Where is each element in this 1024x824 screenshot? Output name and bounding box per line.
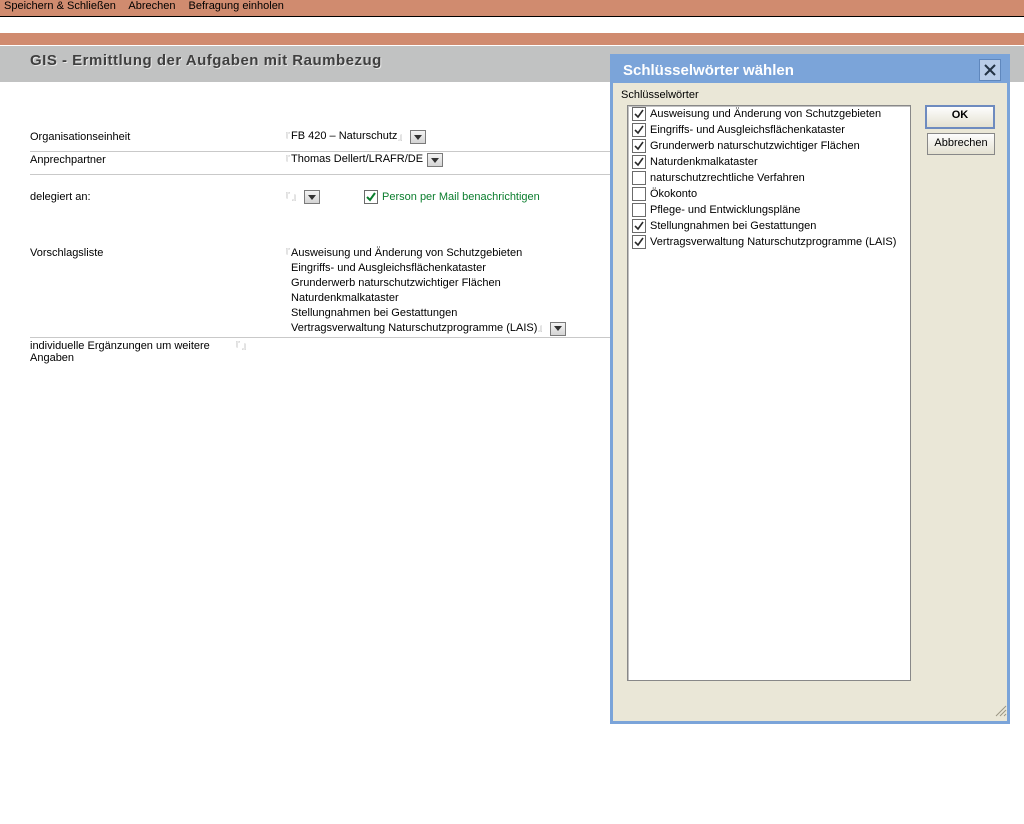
bracket-close-icon: 』 [291, 190, 302, 203]
resize-grip-icon[interactable] [993, 703, 1007, 717]
ok-button[interactable]: OK [925, 105, 995, 129]
checkbox-icon[interactable] [632, 107, 646, 121]
bracket-open-icon: 『 [230, 339, 241, 352]
separator-band [0, 33, 1024, 45]
label-suggestion: Vorschlagsliste [30, 246, 280, 259]
keyword-text: Pflege- und Entwicklungspläne [650, 204, 800, 216]
label-notify: Person per Mail benachrichtigen [382, 191, 540, 203]
checkbox-icon[interactable] [632, 203, 646, 217]
checkbox-icon[interactable] [632, 123, 646, 137]
label-additional: individuelle Ergänzungen um weitere Anga… [30, 339, 230, 364]
keyword-text: naturschutzrechtliche Verfahren [650, 172, 805, 184]
bracket-open-icon: 『 [280, 246, 291, 259]
menu-save-close[interactable]: Speichern & Schließen [4, 0, 116, 12]
keyword-text: Grunderwerb naturschutzwichtiger Flächen [650, 140, 860, 152]
label-delegated: delegiert an: [30, 190, 280, 203]
keyword-text: Ökokonto [650, 188, 697, 200]
dialog-listbox[interactable]: Ausweisung und Änderung von Schutzgebiet… [627, 105, 911, 681]
suggestion-line: Vertragsverwaltung Naturschutzprogramme … [291, 321, 566, 336]
keyword-text: Vertragsverwaltung Naturschutzprogramme … [650, 236, 896, 248]
keyword-item[interactable]: Eingriffs- und Ausgleichsflächenkataster [628, 122, 910, 138]
bracket-close-icon: 』 [537, 323, 548, 333]
value-contact: Thomas Dellert/LRAFR/DE [291, 153, 423, 165]
bracket-close-icon: 』 [397, 130, 408, 143]
keyword-item[interactable]: Ökokonto [628, 186, 910, 202]
keyword-item[interactable]: Grunderwerb naturschutzwichtiger Flächen [628, 138, 910, 154]
suggestion-line: Stellungnahmen bei Gestattungen [291, 306, 566, 321]
keyword-item[interactable]: Pflege- und Entwicklungspläne [628, 202, 910, 218]
menu-cancel[interactable]: Abrechen [128, 0, 175, 12]
checkbox-icon[interactable] [632, 139, 646, 153]
keyword-item[interactable]: Vertragsverwaltung Naturschutzprogramme … [628, 234, 910, 250]
dialog-close-button[interactable] [979, 59, 1001, 81]
dialog-body: Schlüsselwörter Ausweisung und Änderung … [613, 83, 1007, 717]
bracket-close-icon: 』 [241, 339, 252, 352]
checkbox-icon[interactable] [632, 235, 646, 249]
dialog-title-text: Schlüsselwörter wählen [623, 62, 979, 79]
keyword-item[interactable]: Ausweisung und Änderung von Schutzgebiet… [628, 106, 910, 122]
keyword-text: Ausweisung und Änderung von Schutzgebiet… [650, 108, 881, 120]
suggestion-line: Ausweisung und Änderung von Schutzgebiet… [291, 246, 566, 261]
bracket-open-icon: 『 [280, 130, 291, 143]
value-organisation: FB 420 – Naturschutz [291, 130, 397, 142]
suggestion-line: Naturdenkmalkataster [291, 291, 566, 306]
keyword-text: Naturdenkmalkataster [650, 156, 758, 168]
cancel-button[interactable]: Abbrechen [927, 133, 995, 155]
label-organisation: Organisationseinheit [30, 130, 280, 143]
label-contact: Anprechpartner [30, 153, 280, 166]
checkbox-icon[interactable] [632, 171, 646, 185]
checkmark-icon [364, 190, 378, 204]
close-icon [984, 64, 996, 76]
suggestion-line: Grunderwerb naturschutzwichtiger Flächen [291, 276, 566, 291]
bracket-open-icon: 『 [280, 190, 291, 203]
menu-request[interactable]: Befragung einholen [189, 0, 284, 12]
bracket-open-icon: 『 [280, 153, 291, 166]
dropdown-organisation[interactable] [410, 130, 426, 144]
checkbox-notify[interactable]: Person per Mail benachrichtigen [364, 190, 540, 204]
keyword-item[interactable]: naturschutzrechtliche Verfahren [628, 170, 910, 186]
checkbox-icon[interactable] [632, 187, 646, 201]
top-toolbar: Speichern & Schließen Abrechen Befragung… [0, 0, 1024, 17]
keyword-text: Eingriffs- und Ausgleichsflächenkataster [650, 124, 845, 136]
suggestion-line: Eingriffs- und Ausgleichsflächenkataster [291, 261, 566, 276]
dropdown-delegated[interactable] [304, 190, 320, 204]
keyword-item[interactable]: Naturdenkmalkataster [628, 154, 910, 170]
dialog-list-label: Schlüsselwörter [621, 89, 699, 101]
dropdown-contact[interactable] [427, 153, 443, 167]
checkbox-icon[interactable] [632, 219, 646, 233]
keyword-item[interactable]: Stellungnahmen bei Gestattungen [628, 218, 910, 234]
keyword-text: Stellungnahmen bei Gestattungen [650, 220, 816, 232]
dropdown-suggestion[interactable] [550, 322, 566, 336]
checkbox-icon[interactable] [632, 155, 646, 169]
suggestion-lines: Ausweisung und Änderung von Schutzgebiet… [291, 246, 566, 336]
dialog-keywords: Schlüsselwörter wählen Schlüsselwörter A… [610, 54, 1010, 724]
dialog-titlebar[interactable]: Schlüsselwörter wählen [613, 57, 1007, 83]
